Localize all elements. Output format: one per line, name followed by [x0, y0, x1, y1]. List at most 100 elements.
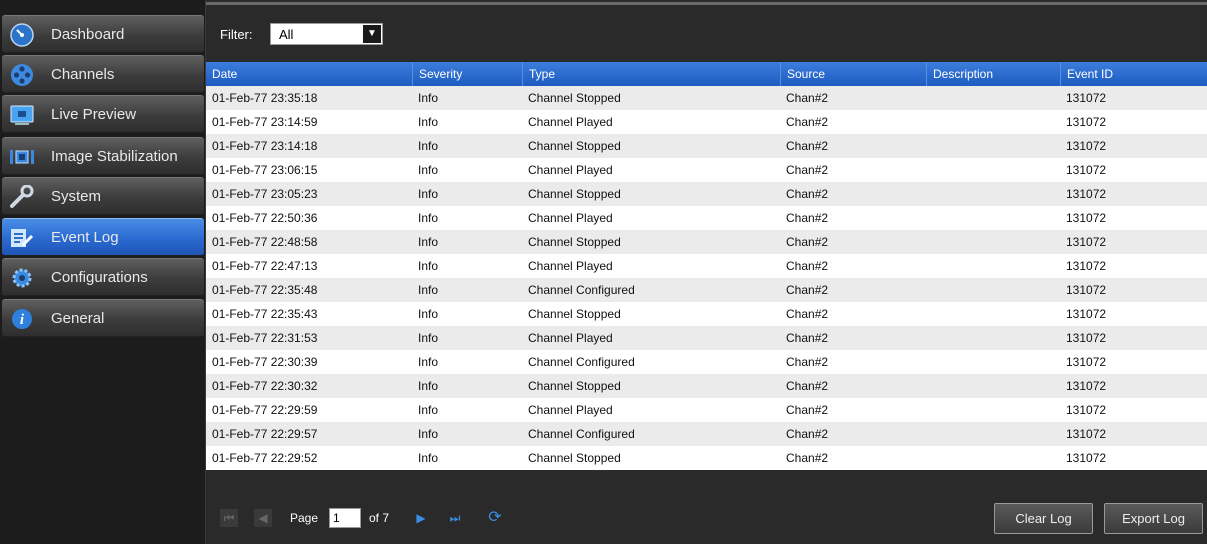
source-cell: Chan#2 [786, 187, 829, 201]
table-row[interactable]: 01-Feb-77 22:29:52 Info Channel Stopped Cha… [206, 446, 1207, 470]
description-cell [926, 86, 1060, 110]
table-row[interactable]: 01-Feb-77 23:14:18 Info Channel Stopped Cha… [206, 134, 1207, 158]
severity-cell: Info [418, 283, 439, 297]
table-row[interactable]: 01-Feb-77 22:30:39 Info Channel Configured… [206, 350, 1207, 374]
description-cell [926, 158, 1060, 182]
event-id-cell: 131072 [1066, 91, 1107, 105]
type-cell: Channel Played [528, 115, 613, 129]
table-row[interactable]: 01-Feb-77 23:06:15 Info Channel Played Chan… [206, 158, 1207, 182]
event-id-cell: 131072 [1066, 211, 1107, 225]
table-row[interactable]: 01-Feb-77 22:35:48 Info Channel Configured… [206, 278, 1207, 302]
severity-cell: Info [418, 307, 439, 321]
type-cell: Channel Stopped [528, 187, 621, 201]
table-header: Date Severity Type Source Description Ev… [206, 62, 1207, 86]
table-row[interactable]: 01-Feb-77 23:05:23 Info Channel Stopped Cha… [206, 182, 1207, 206]
type-cell: Channel Played [528, 163, 613, 177]
event-log-table: Date Severity Type Source Description Ev… [206, 62, 1207, 470]
sidebar-item-channels[interactable]: Channels [2, 55, 204, 93]
table-row[interactable]: 01-Feb-77 22:30:32 Info Channel Stopped Cha… [206, 374, 1207, 398]
last-page-icon[interactable]: ⏭ [446, 509, 464, 527]
film-reel-icon [9, 63, 35, 87]
type-cell: Channel Stopped [528, 91, 621, 105]
type-cell: Channel Configured [528, 283, 635, 297]
date-cell: 01-Feb-77 22:30:32 [212, 379, 318, 393]
clear-log-button[interactable]: Clear Log [994, 503, 1093, 534]
chevron-down-icon[interactable]: ▼ [363, 25, 381, 43]
description-cell [926, 182, 1060, 206]
event-id-cell: 131072 [1066, 355, 1107, 369]
table-row[interactable]: 01-Feb-77 22:29:59 Info Channel Played Chan… [206, 398, 1207, 422]
sidebar-item-general[interactable]: i General [2, 299, 204, 337]
date-cell: 01-Feb-77 22:29:52 [212, 451, 318, 465]
type-cell: Channel Stopped [528, 139, 621, 153]
date-cell: 01-Feb-77 23:14:59 [212, 115, 318, 129]
description-cell [926, 446, 1060, 470]
date-cell: 01-Feb-77 22:48:58 [212, 235, 318, 249]
event-id-cell: 131072 [1066, 163, 1107, 177]
date-cell: 01-Feb-77 23:05:23 [212, 187, 318, 201]
column-header-date[interactable]: Date [206, 62, 412, 86]
next-page-icon[interactable]: ▶ [412, 509, 430, 527]
description-cell [926, 374, 1060, 398]
dashboard-gauge-icon [9, 23, 35, 47]
column-header-event-id[interactable]: Event ID [1060, 62, 1207, 86]
sidebar-item-label: General [51, 310, 105, 327]
table-row[interactable]: 01-Feb-77 22:47:13 Info Channel Played Chan… [206, 254, 1207, 278]
sidebar-item-dashboard[interactable]: Dashboard [2, 15, 204, 53]
refresh-icon[interactable]: ⟳ [486, 509, 504, 527]
column-header-type[interactable]: Type [522, 62, 780, 86]
sidebar-item-configurations[interactable]: Configurations [2, 258, 204, 296]
event-id-cell: 131072 [1066, 427, 1107, 441]
page-label: Page [290, 511, 319, 525]
filter-select[interactable]: All ▼ [270, 23, 383, 45]
severity-cell: Info [418, 451, 439, 465]
date-cell: 01-Feb-77 22:35:43 [212, 307, 318, 321]
source-cell: Chan#2 [786, 451, 829, 465]
description-cell [926, 302, 1060, 326]
table-row[interactable]: 01-Feb-77 22:31:53 Info Channel Played Chan… [206, 326, 1207, 350]
sidebar-item-system[interactable]: System [2, 177, 204, 215]
event-id-cell: 131072 [1066, 139, 1107, 153]
sidebar-item-live-preview[interactable]: Live Preview [2, 95, 204, 133]
table-row[interactable]: 01-Feb-77 23:14:59 Info Channel Played Chan… [206, 110, 1207, 134]
severity-cell: Info [418, 139, 439, 153]
event-id-cell: 131072 [1066, 115, 1107, 129]
column-header-source[interactable]: Source [780, 62, 926, 86]
table-row[interactable]: 01-Feb-77 22:29:57 Info Channel Configured… [206, 422, 1207, 446]
page-number-input[interactable] [329, 508, 361, 528]
edit-log-icon [9, 226, 35, 250]
event-id-cell: 131072 [1066, 331, 1107, 345]
table-row[interactable]: 01-Feb-77 22:50:36 Info Channel Played Chan… [206, 206, 1207, 230]
table-row[interactable]: 01-Feb-77 23:35:18 Info Channel Stopped Cha… [206, 86, 1207, 110]
table-row[interactable]: 01-Feb-77 22:48:58 Info Channel Stopped Cha… [206, 230, 1207, 254]
export-log-button[interactable]: Export Log [1104, 503, 1203, 534]
severity-cell: Info [418, 163, 439, 177]
type-cell: Channel Configured [528, 427, 635, 441]
column-header-severity[interactable]: Severity [412, 62, 522, 86]
column-header-description[interactable]: Description [926, 62, 1060, 86]
first-page-icon[interactable]: ⏮ [220, 509, 238, 527]
sidebar-item-image-stabilization[interactable]: Image Stabilization [2, 137, 204, 175]
sidebar-item-label: System [51, 188, 102, 205]
table-row[interactable]: 01-Feb-77 22:35:43 Info Channel Stopped Cha… [206, 302, 1207, 326]
description-cell [926, 326, 1060, 350]
description-cell [926, 422, 1060, 446]
source-cell: Chan#2 [786, 259, 829, 273]
severity-cell: Info [418, 355, 439, 369]
type-cell: Channel Stopped [528, 451, 621, 465]
source-cell: Chan#2 [786, 235, 829, 249]
event-id-cell: 131072 [1066, 235, 1107, 249]
source-cell: Chan#2 [786, 283, 829, 297]
sidebar-item-event-log[interactable]: Event Log [2, 218, 204, 256]
event-id-cell: 131072 [1066, 259, 1107, 273]
date-cell: 01-Feb-77 22:35:48 [212, 283, 318, 297]
type-cell: Channel Played [528, 403, 613, 417]
source-cell: Chan#2 [786, 427, 829, 441]
date-cell: 01-Feb-77 23:35:18 [212, 91, 318, 105]
source-cell: Chan#2 [786, 331, 829, 345]
event-id-cell: 131072 [1066, 187, 1107, 201]
sidebar-item-label: Event Log [51, 229, 119, 246]
source-cell: Chan#2 [786, 115, 829, 129]
date-cell: 01-Feb-77 22:29:59 [212, 403, 318, 417]
previous-page-icon[interactable]: ◀ [254, 509, 272, 527]
